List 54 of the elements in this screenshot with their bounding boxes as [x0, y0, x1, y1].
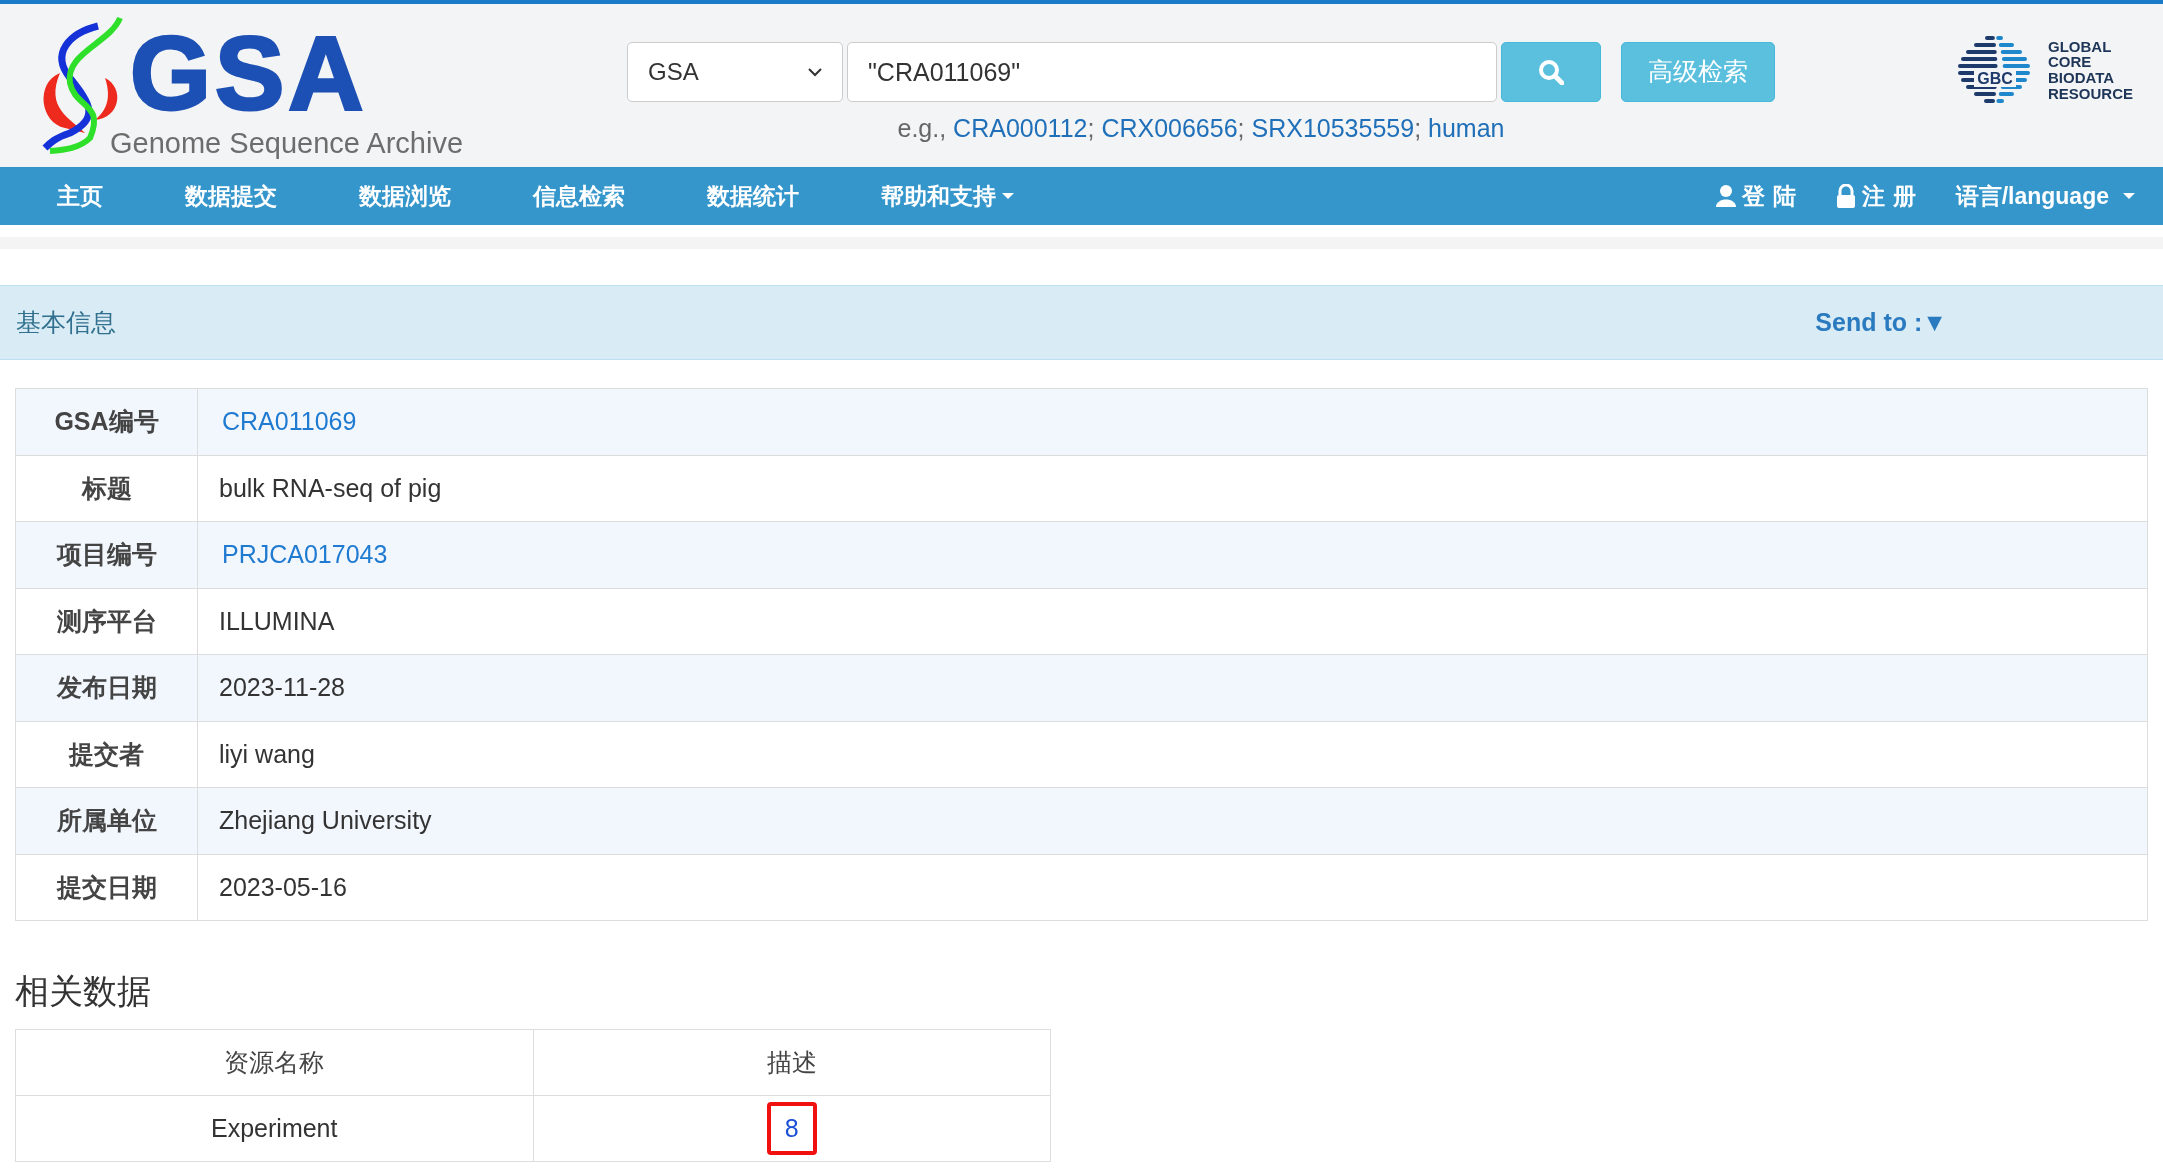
logo-subtitle: Genome Sequence Archive: [110, 129, 464, 158]
advanced-search-button[interactable]: 高级检索: [1621, 42, 1775, 102]
accession-link[interactable]: PRJCA017043: [222, 540, 388, 568]
partner-logo-text: GLOBAL CORE BIODATA RESOURCE: [2048, 38, 2133, 102]
user-icon: [1715, 185, 1736, 207]
nav-link[interactable]: 语言/language: [1955, 178, 2135, 214]
example-link[interactable]: CRA000112: [953, 114, 1088, 142]
field-value: bulk RNA-seq of pig: [197, 455, 2148, 522]
accession-link[interactable]: CRA011069: [222, 407, 357, 435]
field-label: 项目编号: [15, 521, 198, 588]
field-value: Zhejiang University: [197, 787, 2148, 854]
example-link[interactable]: human: [1428, 114, 1505, 142]
section-title: 基本信息: [16, 306, 116, 339]
field-label: 发布日期: [15, 654, 198, 721]
nav-link[interactable]: 帮助和支持: [881, 178, 1014, 214]
field-value: ILLUMINA: [197, 588, 2148, 655]
section-heading: 相关数据: [15, 970, 152, 1013]
separator-text: ;: [1087, 114, 1095, 142]
example-link[interactable]: CRX006656: [1101, 114, 1238, 142]
database-select[interactable]: GSA: [627, 42, 843, 102]
field-label: 标题: [15, 455, 198, 522]
field-value: liyi wang: [197, 721, 2148, 788]
field-label: 所属单位: [15, 787, 198, 854]
examples-label: e.g.,: [897, 114, 947, 142]
column-header: 描述: [533, 1029, 1051, 1096]
field-value: 2023-11-28: [197, 654, 2148, 721]
logo-title: GSA: [130, 21, 369, 125]
field-label: 提交者: [15, 721, 198, 788]
caret-icon: [1002, 193, 1014, 199]
nav-link[interactable]: 信息检索: [533, 178, 625, 214]
lock-icon: [1835, 184, 1856, 208]
example-link[interactable]: SRX10535559: [1251, 114, 1415, 142]
nav-link[interactable]: 数据浏览: [359, 178, 451, 214]
nav-link[interactable]: 数据提交: [185, 178, 277, 214]
count-link[interactable]: 8: [766, 1101, 817, 1156]
search-field[interactable]: "CRA011069": [847, 42, 1497, 102]
gbc-logo-drawing: GBC: [1956, 32, 2032, 108]
field-label: GSA编号: [15, 388, 198, 455]
field-value: 2023-05-16: [197, 854, 2148, 921]
chevron-down-icon: [808, 67, 822, 77]
table-cell: Experiment: [15, 1095, 533, 1162]
caret-icon: [2123, 193, 2135, 199]
nav-link[interactable]: 主页: [57, 178, 103, 214]
search-icon: [1538, 59, 1564, 85]
send-to-link[interactable]: Send to :▼: [1815, 303, 1947, 342]
nav-link[interactable]: 登 陆: [1715, 178, 1796, 214]
nav-link[interactable]: 注 册: [1835, 178, 1916, 214]
separator-text: ;: [1237, 114, 1245, 142]
nav-link[interactable]: 数据统计: [707, 178, 799, 214]
field-label: 提交日期: [15, 854, 198, 921]
column-header: 资源名称: [15, 1029, 533, 1096]
search-button[interactable]: [1501, 42, 1601, 102]
field-label: 测序平台: [15, 588, 198, 655]
separator-text: ;: [1414, 114, 1422, 142]
